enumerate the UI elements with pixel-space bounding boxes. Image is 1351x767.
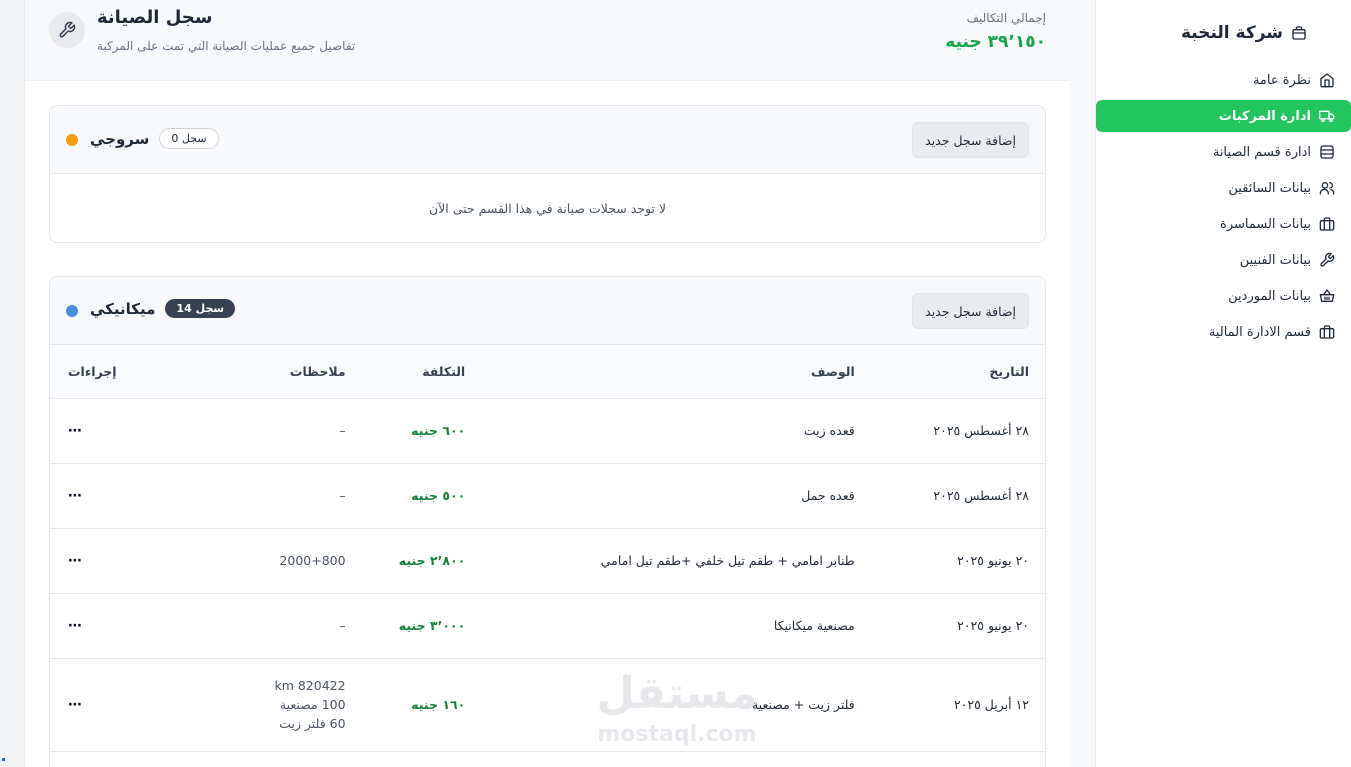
section-header: إضافة سجل جديد ميكانيكي سجل 14 <box>50 277 1045 345</box>
record-count-badge: سجل 0 <box>159 128 219 149</box>
sidebar: شركة النخبة نظرة عامة ادارة المركبات ادا… <box>1095 0 1351 767</box>
cell-description: طنابر امامي + طقم تيل خلفي +طقم تيل امام… <box>481 528 871 594</box>
cell-notes: 2000+800 <box>132 528 362 594</box>
truck-icon <box>1319 108 1335 124</box>
sidebar-item-label: بيانات الموردين <box>1228 288 1311 304</box>
sidebar-item-vehicles[interactable]: ادارة المركبات <box>1096 100 1351 132</box>
table-row[interactable]: ٢٠ يونيو ٢٠٢٥ مصنعية ميكانيكا ٣٬٠٠٠ جنيه… <box>50 593 1045 659</box>
database-icon <box>1319 144 1335 160</box>
cell-cost: ٥٠٠ جنيه <box>361 463 482 529</box>
home-icon <box>1319 72 1335 88</box>
sidebar-item-finance[interactable]: قسم الادارة المالية <box>1096 316 1351 348</box>
cell-description: فلتر زيت + مصنعية <box>481 658 871 752</box>
brand[interactable]: شركة النخبة <box>1096 18 1325 48</box>
section-card-saroji: إضافة سجل جديد سروجي سجل 0 لا توجد سجلات… <box>49 105 1046 243</box>
cell-date: ٢٠ يونيو ٢٠٢٥ <box>870 593 1045 659</box>
sidebar-item-label: نظرة عامة <box>1252 72 1311 88</box>
column-header-actions: إجراءات <box>50 345 133 399</box>
sidebar-item-overview[interactable]: نظرة عامة <box>1096 64 1351 96</box>
wrench-icon <box>49 12 85 48</box>
cell-cost: ١٦٠ جنيه <box>361 658 482 752</box>
cell-date: ٢٨ أغسطس ٢٠٢٥ <box>870 398 1045 464</box>
cell-description: قعده زيت <box>481 398 871 464</box>
users-icon <box>1319 180 1335 196</box>
store-icon <box>1291 25 1307 41</box>
row-actions-menu-icon[interactable]: ⋯ <box>68 488 83 504</box>
sidebar-item-label: بيانات السماسرة <box>1220 216 1311 232</box>
note-line: km 820422 <box>274 678 346 693</box>
maintenance-table: التاريخ الوصف التكلفة ملاحظات إجراءات ٢٨… <box>50 345 1045 752</box>
total-cost-value: ٣٩٬١٥٠ جنيه <box>945 32 1046 52</box>
sidebar-item-technicians[interactable]: بيانات الفنيين <box>1096 244 1351 276</box>
sidebar-item-label: بيانات السائقين <box>1228 180 1311 196</box>
section-status-dot <box>66 305 78 317</box>
add-record-button[interactable]: إضافة سجل جديد <box>912 122 1029 158</box>
sidebar-item-brokers[interactable]: بيانات السماسرة <box>1096 208 1351 240</box>
note-line: 60 فلتر زيت <box>279 716 346 731</box>
column-header-notes[interactable]: ملاحظات <box>132 345 362 399</box>
left-edge-strip <box>0 0 25 767</box>
page-subtitle: تفاصيل جميع عمليات الصيانة التي تمت على … <box>97 39 356 53</box>
main-content: سجل الصيانة تفاصيل جميع عمليات الصيانة ا… <box>25 0 1070 767</box>
section-title: سروجي سجل 0 <box>90 128 219 149</box>
cell-description: قعده جمل <box>481 463 871 529</box>
empty-state-message: لا توجد سجلات صيانة في هذا القسم حتى الآ… <box>428 200 667 216</box>
section-header: إضافة سجل جديد سروجي سجل 0 <box>50 106 1045 174</box>
sidebar-item-maintenance[interactable]: ادارة قسم الصيانة <box>1096 136 1351 168</box>
section-name-text: ميكانيكي <box>90 299 156 318</box>
briefcase-icon <box>1319 216 1335 232</box>
sidebar-item-suppliers[interactable]: بيانات الموردين <box>1096 280 1351 312</box>
corner-marker <box>2 758 5 761</box>
page-header: سجل الصيانة تفاصيل جميع عمليات الصيانة ا… <box>25 0 1070 81</box>
record-count-badge: سجل 14 <box>165 299 236 318</box>
cell-cost: ٢٬٨٠٠ جنيه <box>361 528 482 594</box>
sidebar-item-label: ادارة المركبات <box>1218 108 1311 124</box>
page-title: سجل الصيانة <box>97 7 213 28</box>
sidebar-item-label: قسم الادارة المالية <box>1208 324 1311 340</box>
cell-notes: km 820422 100 مصنعية 60 فلتر زيت <box>132 658 362 752</box>
cell-notes: – <box>132 593 362 659</box>
cell-cost: ٣٬٠٠٠ جنيه <box>361 593 482 659</box>
briefcase-icon <box>1319 324 1335 340</box>
section-card-mechanic: إضافة سجل جديد ميكانيكي سجل 14 التاريخ ا… <box>49 276 1046 767</box>
section-status-dot <box>66 134 78 146</box>
table-header-row: التاريخ الوصف التكلفة ملاحظات إجراءات <box>50 345 1045 399</box>
cell-notes: – <box>132 463 362 529</box>
add-record-button[interactable]: إضافة سجل جديد <box>912 293 1029 329</box>
wrench-icon <box>1319 252 1335 268</box>
total-cost-label: إجمالي التكاليف <box>966 11 1046 25</box>
row-actions-menu-icon[interactable]: ⋯ <box>68 618 83 634</box>
sidebar-item-label: بيانات الفنيين <box>1239 252 1311 268</box>
cell-date: ١٢ أبريل ٢٠٢٥ <box>870 658 1045 752</box>
row-actions-menu-icon[interactable]: ⋯ <box>68 697 83 713</box>
section-title: ميكانيكي سجل 14 <box>90 299 236 318</box>
column-header-cost[interactable]: التكلفة <box>361 345 482 399</box>
table-row[interactable]: ٢٨ أغسطس ٢٠٢٥ قعده جمل ٥٠٠ جنيه – ⋯ <box>50 463 1045 529</box>
row-actions-menu-icon[interactable]: ⋯ <box>68 423 83 439</box>
table-row[interactable]: ٢٠ يونيو ٢٠٢٥ طنابر امامي + طقم تيل خلفي… <box>50 528 1045 594</box>
table-row[interactable]: ٢٨ أغسطس ٢٠٢٥ قعده زيت ٦٠٠ جنيه – ⋯ <box>50 398 1045 464</box>
cell-description: مصنعية ميكانيكا <box>481 593 871 659</box>
basket-icon <box>1319 288 1335 304</box>
note-line: 100 مصنعية <box>279 697 346 712</box>
column-header-description[interactable]: الوصف <box>481 345 871 399</box>
cell-date: ٢٨ أغسطس ٢٠٢٥ <box>870 463 1045 529</box>
sidebar-nav: نظرة عامة ادارة المركبات ادارة قسم الصيا… <box>1096 64 1351 348</box>
cell-cost: ٦٠٠ جنيه <box>361 398 482 464</box>
brand-name: شركة النخبة <box>1180 23 1283 43</box>
sidebar-item-drivers[interactable]: بيانات السائقين <box>1096 172 1351 204</box>
sidebar-item-label: ادارة قسم الصيانة <box>1212 144 1311 160</box>
row-actions-menu-icon[interactable]: ⋯ <box>68 553 83 569</box>
section-name-text: سروجي <box>90 129 150 148</box>
cell-date: ٢٠ يونيو ٢٠٢٥ <box>870 528 1045 594</box>
table-row[interactable]: ١٢ أبريل ٢٠٢٥ فلتر زيت + مصنعية ١٦٠ جنيه… <box>50 658 1045 752</box>
cell-notes: – <box>132 398 362 464</box>
column-header-date[interactable]: التاريخ <box>870 345 1045 399</box>
